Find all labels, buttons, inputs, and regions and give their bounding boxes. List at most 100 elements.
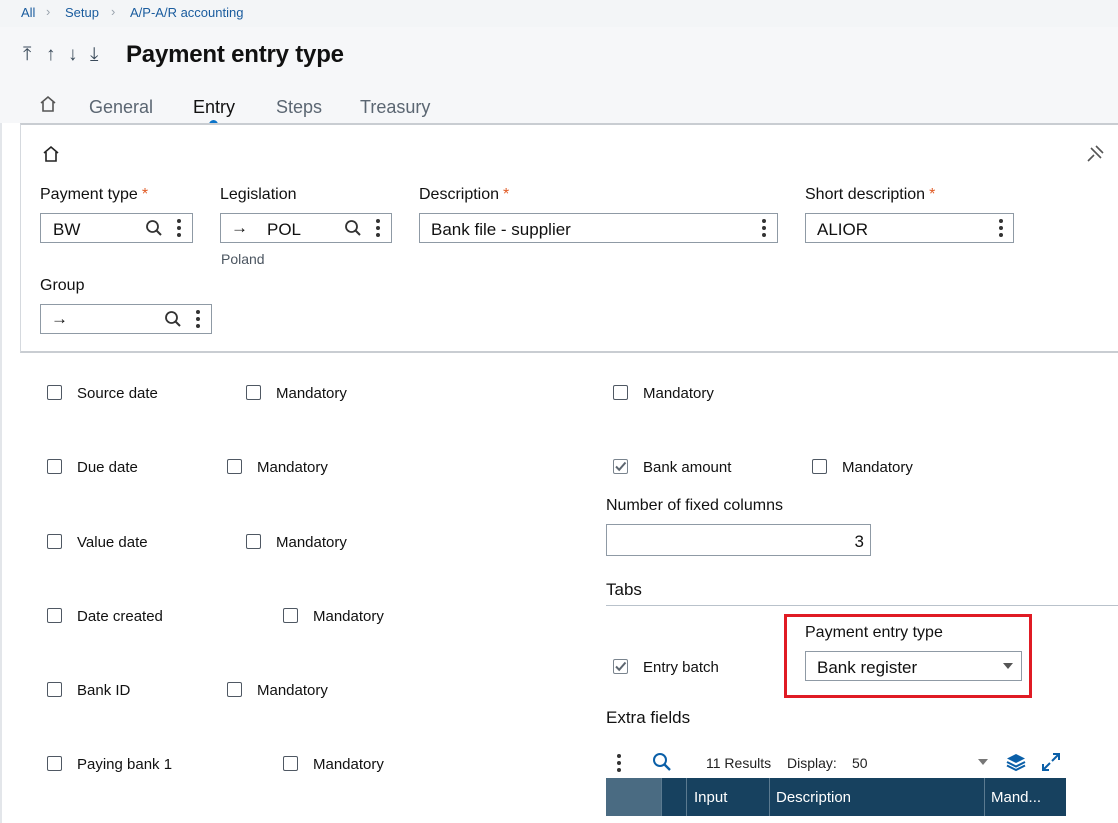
legislation-label: Legislation: [220, 186, 297, 203]
chevron-right-icon: ›: [111, 4, 116, 19]
search-icon[interactable]: [652, 752, 672, 777]
extra-fields-title: Extra fields: [606, 708, 691, 727]
paying-bank-mandatory-label: Mandatory: [313, 756, 384, 773]
more-options-icon[interactable]: [617, 754, 621, 775]
legislation-value: POL: [267, 220, 302, 239]
mandatory-checkbox[interactable]: [613, 385, 628, 400]
tab-steps[interactable]: Steps: [276, 97, 322, 118]
search-icon[interactable]: [344, 219, 362, 242]
more-options-icon[interactable]: [999, 219, 1003, 240]
previous-record-icon[interactable]: ↑: [46, 44, 56, 66]
description-label: Description *: [419, 186, 510, 203]
check-icon: [615, 461, 627, 472]
more-options-icon[interactable]: [177, 219, 181, 240]
source-date-mandatory-checkbox[interactable]: [246, 385, 261, 400]
extra-fields-grid-header: Input Description Mand...: [606, 778, 1066, 816]
home-icon[interactable]: [39, 95, 57, 118]
tabs-section-title: Tabs: [606, 580, 642, 599]
search-icon[interactable]: [145, 219, 163, 242]
column-divider: [984, 778, 985, 816]
payment-type-value: BW: [53, 220, 81, 239]
short-description-label: Short description *: [805, 186, 936, 203]
date-created-mandatory-checkbox[interactable]: [283, 608, 298, 623]
group-label: Group: [40, 277, 85, 294]
description-field[interactable]: Bank file - supplier: [419, 213, 778, 243]
source-date-checkbox[interactable]: [47, 385, 62, 400]
bank-amount-mandatory-checkbox[interactable]: [812, 459, 827, 474]
paying-bank-label: Paying bank 1: [77, 756, 173, 773]
date-created-checkbox[interactable]: [47, 608, 62, 623]
value-date-checkbox[interactable]: [47, 534, 62, 549]
paying-bank-mandatory-checkbox[interactable]: [283, 756, 298, 771]
description-value: Bank file - supplier: [431, 220, 571, 239]
layers-icon[interactable]: [1005, 752, 1027, 777]
more-options-icon[interactable]: [196, 310, 200, 331]
bank-id-mandatory-label: Mandatory: [257, 682, 328, 699]
fixed-columns-value: 3: [854, 532, 864, 551]
bank-id-checkbox[interactable]: [47, 682, 62, 697]
results-count: 11 Results: [706, 755, 772, 771]
last-record-icon[interactable]: ⤓: [90, 44, 98, 66]
tab-general[interactable]: General: [89, 97, 153, 118]
highlight-box: [784, 614, 1032, 698]
chevron-right-icon: ›: [46, 4, 51, 19]
bank-amount-checkbox[interactable]: [613, 459, 628, 474]
source-date-mandatory-label: Mandatory: [276, 385, 347, 402]
paying-bank-checkbox[interactable]: [47, 756, 62, 771]
tab-treasury[interactable]: Treasury: [360, 97, 430, 118]
search-icon[interactable]: [164, 310, 182, 333]
due-date-label: Due date: [77, 459, 138, 476]
payment-type-field[interactable]: BW: [40, 213, 193, 243]
home-icon[interactable]: [42, 145, 60, 168]
display-label: Display:: [787, 755, 837, 771]
fixed-columns-input[interactable]: 3: [606, 524, 871, 556]
column-header-input[interactable]: Input: [694, 789, 727, 806]
page-title: Payment entry type: [126, 41, 344, 68]
entry-batch-checkbox[interactable]: [613, 659, 628, 674]
source-date-label: Source date: [77, 385, 158, 402]
more-options-icon[interactable]: [376, 219, 380, 240]
breadcrumb-all[interactable]: All: [21, 5, 35, 20]
value-date-mandatory-checkbox[interactable]: [246, 534, 261, 549]
entry-batch-label: Entry batch: [643, 659, 719, 676]
column-divider: [661, 778, 662, 816]
column-header-mandatory[interactable]: Mand...: [991, 789, 1041, 806]
bank-amount-label: Bank amount: [643, 459, 732, 476]
breadcrumb-setup[interactable]: Setup: [65, 5, 99, 20]
due-date-mandatory-label: Mandatory: [257, 459, 328, 476]
bank-id-label: Bank ID: [77, 682, 131, 699]
payment-type-label: Payment type *: [40, 186, 149, 203]
bank-id-mandatory-checkbox[interactable]: [227, 682, 242, 697]
column-divider: [686, 778, 687, 816]
arrow-right-icon[interactable]: →: [231, 218, 248, 238]
value-date-mandatory-label: Mandatory: [276, 534, 347, 551]
display-value[interactable]: 50: [852, 755, 868, 771]
mandatory-label: Mandatory: [643, 385, 714, 402]
fixed-columns-label: Number of fixed columns: [606, 497, 783, 514]
column-header-description[interactable]: Description: [776, 789, 851, 806]
date-created-mandatory-label: Mandatory: [313, 608, 384, 625]
group-field[interactable]: →: [40, 304, 212, 334]
column-divider: [769, 778, 770, 816]
grid-selector-column: [606, 778, 661, 816]
breadcrumb: All › Setup › A/P-A/R accounting: [0, 0, 1118, 27]
next-record-icon[interactable]: ↓: [68, 44, 78, 66]
first-record-icon[interactable]: ⤒: [23, 44, 31, 66]
more-options-icon[interactable]: [762, 219, 766, 240]
due-date-mandatory-checkbox[interactable]: [227, 459, 242, 474]
expand-icon[interactable]: [1041, 752, 1061, 777]
arrow-right-icon[interactable]: →: [51, 309, 68, 329]
due-date-checkbox[interactable]: [47, 459, 62, 474]
check-icon: [615, 661, 627, 672]
tab-entry[interactable]: Entry: [193, 97, 235, 118]
short-description-field[interactable]: ALIOR: [805, 213, 1014, 243]
short-description-value: ALIOR: [817, 220, 869, 239]
chevron-down-icon[interactable]: [978, 759, 988, 765]
value-date-label: Value date: [77, 534, 148, 551]
legislation-subtext: Poland: [221, 251, 265, 267]
breadcrumb-ap-ar[interactable]: A/P-A/R accounting: [130, 5, 243, 20]
date-created-label: Date created: [77, 608, 163, 625]
left-rail: [0, 27, 2, 823]
legislation-field[interactable]: → POL: [220, 213, 392, 243]
pin-icon[interactable]: [1085, 144, 1105, 169]
